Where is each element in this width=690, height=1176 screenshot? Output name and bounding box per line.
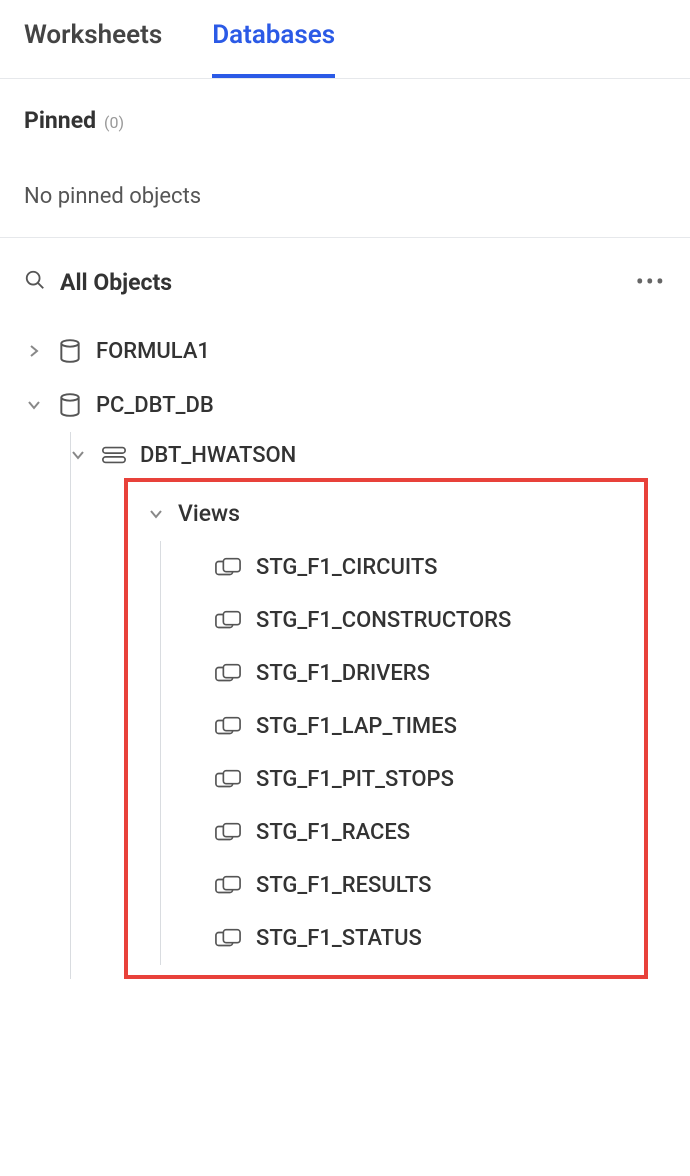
view-label: STG_F1_RESULTS — [256, 873, 431, 898]
chevron-down-icon — [68, 447, 88, 463]
view-item[interactable]: STG_F1_RACES — [128, 806, 644, 859]
view-icon — [214, 716, 242, 738]
database-icon — [56, 338, 84, 364]
pinned-header: Pinned (0) — [24, 107, 666, 134]
search-icon[interactable] — [24, 269, 46, 295]
view-icon — [214, 557, 242, 579]
view-item[interactable]: STG_F1_LAP_TIMES — [128, 700, 644, 753]
pinned-count: (0) — [104, 113, 124, 132]
database-label: PC_DBT_DB — [96, 393, 214, 418]
view-item[interactable]: STG_F1_CONSTRUCTORS — [128, 594, 644, 647]
chevron-down-icon — [146, 506, 166, 522]
view-icon — [214, 769, 242, 791]
database-label: FORMULA1 — [96, 339, 210, 364]
schema-icon — [100, 442, 128, 468]
view-label: STG_F1_LAP_TIMES — [256, 714, 457, 739]
no-pinned-text: No pinned objects — [24, 184, 666, 209]
schema-item-dbt-hwatson[interactable]: DBT_HWATSON — [24, 432, 666, 478]
pinned-section: Pinned (0) No pinned objects — [0, 79, 690, 238]
tab-worksheets[interactable]: Worksheets — [24, 20, 162, 78]
view-label: STG_F1_DRIVERS — [256, 661, 430, 686]
view-label: STG_F1_CONSTRUCTORS — [256, 608, 511, 633]
all-objects-title: All Objects — [60, 269, 172, 296]
tab-databases[interactable]: Databases — [212, 20, 335, 78]
view-label: STG_F1_CIRCUITS — [256, 555, 437, 580]
view-label: STG_F1_PIT_STOPS — [256, 767, 454, 792]
view-icon — [214, 822, 242, 844]
view-item[interactable]: STG_F1_CIRCUITS — [128, 541, 644, 594]
database-item-formula1[interactable]: FORMULA1 — [24, 328, 666, 374]
views-label: Views — [178, 500, 240, 527]
view-item[interactable]: STG_F1_RESULTS — [128, 859, 644, 912]
views-folder[interactable]: Views — [128, 486, 644, 541]
view-icon — [214, 875, 242, 897]
schema-label: DBT_HWATSON — [140, 443, 296, 468]
view-icon — [214, 663, 242, 685]
view-item[interactable]: STG_F1_STATUS — [128, 912, 644, 965]
more-menu-icon[interactable]: ••• — [636, 268, 666, 296]
view-item[interactable]: STG_F1_PIT_STOPS — [128, 753, 644, 806]
object-tree: FORMULA1 PC_DBT_DB DBT_H — [0, 320, 690, 979]
view-label: STG_F1_STATUS — [256, 926, 422, 951]
objects-header: All Objects ••• — [0, 238, 690, 320]
pinned-title: Pinned — [24, 107, 96, 134]
view-icon — [214, 610, 242, 632]
view-label: STG_F1_RACES — [256, 820, 410, 845]
chevron-down-icon — [24, 397, 44, 413]
views-highlight-box: Views STG_F1_CIRCUITS — [124, 478, 648, 979]
chevron-right-icon — [24, 343, 44, 359]
tab-bar: Worksheets Databases — [0, 0, 690, 79]
database-item-pcdbtdb[interactable]: PC_DBT_DB — [24, 382, 666, 428]
view-icon — [214, 928, 242, 950]
view-item[interactable]: STG_F1_DRIVERS — [128, 647, 644, 700]
database-icon — [56, 392, 84, 418]
